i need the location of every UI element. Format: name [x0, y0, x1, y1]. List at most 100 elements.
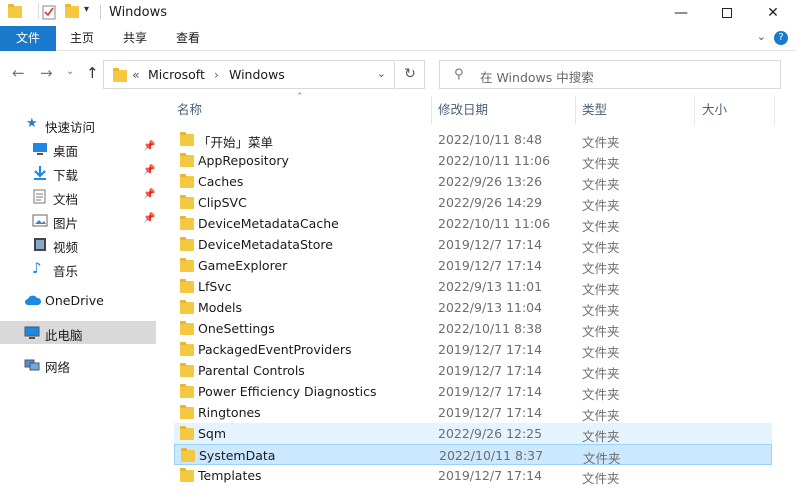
folder-icon [180, 468, 194, 482]
file-type: 文件夹 [582, 324, 620, 339]
folder-icon [180, 321, 194, 335]
folder-icon [180, 300, 194, 314]
search-icon: ⚲ [454, 67, 464, 82]
tab-share[interactable]: 共享 [115, 26, 155, 51]
tab-view[interactable]: 查看 [168, 26, 208, 51]
table-row[interactable]: ClipSVC 2022/9/26 14:29 文件夹 [174, 192, 772, 213]
breadcrumb-overflow[interactable]: « [132, 67, 140, 82]
divider [38, 3, 39, 19]
minimize-icon: — [674, 5, 688, 21]
sidebar-item-music[interactable]: ♪ 音乐 [0, 257, 156, 280]
file-name: 「开始」菜单 [198, 135, 274, 150]
breadcrumb-microsoft[interactable]: Microsoft [148, 67, 205, 82]
column-divider[interactable] [694, 96, 695, 124]
pin-icon[interactable]: 📌 [143, 141, 155, 152]
up-arrow-icon[interactable]: ↑ [86, 64, 99, 82]
sidebar-item-label: 视频 [53, 240, 79, 255]
file-name: PackagedEventProviders [198, 342, 352, 357]
help-icon[interactable]: ? [774, 31, 788, 45]
folder-icon [180, 279, 194, 293]
picture-icon [32, 213, 48, 228]
table-row[interactable]: AppRepository 2022/10/11 11:06 文件夹 [174, 150, 772, 171]
pin-icon[interactable]: 📌 [143, 213, 155, 224]
file-type: 文件夹 [582, 219, 620, 234]
refresh-button[interactable]: ↻ [396, 60, 425, 89]
sidebar-item-onedrive[interactable]: OneDrive [0, 289, 156, 312]
file-date: 2019/12/7 17:14 [438, 405, 543, 420]
recent-locations-chevron-icon[interactable]: ⌄ [66, 66, 74, 77]
search-placeholder: 在 Windows 中搜索 [480, 70, 594, 85]
column-header-date[interactable]: 修改日期 [438, 96, 573, 124]
music-icon: ♪ [32, 259, 42, 277]
close-icon: ✕ [767, 5, 779, 21]
table-row[interactable]: Power Efficiency Diagnostics 2019/12/7 17… [174, 381, 772, 402]
file-name: Power Efficiency Diagnostics [198, 384, 377, 399]
column-divider[interactable] [774, 96, 775, 124]
maximize-button[interactable] [704, 0, 750, 26]
table-row[interactable]: Parental Controls 2019/12/7 17:14 文件夹 [174, 360, 772, 381]
sidebar-item-label: 音乐 [53, 264, 79, 279]
table-row[interactable]: LfSvc 2022/9/13 11:01 文件夹 [174, 276, 772, 297]
pin-icon[interactable]: 📌 [143, 189, 155, 200]
table-row[interactable]: Sqm 2022/9/26 12:25 文件夹 [174, 423, 772, 444]
folder-icon [180, 405, 194, 419]
tab-home[interactable]: 主页 [62, 26, 102, 51]
customize-toolbar-dropdown-icon[interactable]: ▾ [84, 4, 100, 20]
table-row[interactable]: Caches 2022/9/26 13:26 文件夹 [174, 171, 772, 192]
folder-icon [180, 132, 194, 146]
folder-icon [180, 195, 194, 209]
close-button[interactable]: ✕ [750, 0, 796, 26]
file-type: 文件夹 [582, 198, 620, 213]
download-icon [32, 165, 48, 180]
column-header-type[interactable]: 类型 [582, 96, 692, 124]
expand-ribbon-chevron-icon[interactable]: ⌄ [757, 30, 766, 43]
sidebar-item-network[interactable]: 网络 [0, 353, 156, 376]
sidebar-item-videos[interactable]: 视频 [0, 233, 156, 256]
minimize-button[interactable]: — [658, 0, 704, 26]
column-header-name[interactable]: 名称 [177, 96, 427, 124]
column-divider[interactable] [575, 96, 576, 124]
properties-icon[interactable] [42, 4, 58, 20]
sidebar-item-quick-access[interactable]: ★ 快速访问 [0, 113, 156, 136]
breadcrumb-windows[interactable]: Windows [229, 67, 285, 82]
address-dropdown-chevron-icon[interactable]: ⌄ [377, 67, 386, 80]
table-row[interactable]: Ringtones 2019/12/7 17:14 文件夹 [174, 402, 772, 423]
table-row[interactable]: GameExplorer 2019/12/7 17:14 文件夹 [174, 255, 772, 276]
table-row[interactable]: 「开始」菜单 2022/10/11 8:48 文件夹 [174, 129, 772, 150]
file-type: 文件夹 [582, 366, 620, 381]
back-arrow-icon[interactable]: ← [12, 64, 25, 82]
table-row[interactable]: SystemData 2022/10/11 8:37 文件夹 [174, 444, 772, 466]
file-name: DeviceMetadataCache [198, 216, 339, 231]
sidebar-item-this-pc[interactable]: 此电脑 [0, 321, 156, 344]
file-name: Templates [198, 468, 262, 483]
file-type: 文件夹 [582, 240, 620, 255]
file-date: 2022/10/11 8:48 [438, 132, 543, 147]
table-row[interactable]: OneSettings 2022/10/11 8:38 文件夹 [174, 318, 772, 339]
sidebar-item-desktop[interactable]: 桌面 📌 [0, 137, 156, 160]
table-row[interactable]: Models 2022/9/13 11:04 文件夹 [174, 297, 772, 318]
new-folder-icon[interactable] [65, 4, 81, 22]
sidebar-item-documents[interactable]: 文档 📌 [0, 185, 156, 208]
file-name: LfSvc [198, 279, 232, 294]
folder-icon [180, 258, 194, 272]
column-divider[interactable] [431, 96, 432, 124]
sidebar-item-downloads[interactable]: 下载 📌 [0, 161, 156, 184]
file-type: 文件夹 [582, 261, 620, 276]
address-bar[interactable]: « Microsoft › Windows ⌄ [103, 60, 395, 89]
tab-file[interactable]: 文件 [0, 26, 56, 51]
forward-arrow-icon[interactable]: → [40, 64, 53, 82]
table-row[interactable]: DeviceMetadataStore 2019/12/7 17:14 文件夹 [174, 234, 772, 255]
column-header-size[interactable]: 大小 [702, 96, 772, 124]
file-name: Parental Controls [198, 363, 305, 378]
computer-icon [24, 325, 40, 340]
table-row[interactable]: PackagedEventProviders 2019/12/7 17:14 文件夹 [174, 339, 772, 360]
breadcrumb-separator[interactable]: › [214, 67, 219, 82]
search-input[interactable]: ⚲ 在 Windows 中搜索 [439, 60, 781, 89]
pin-icon[interactable]: 📌 [143, 165, 155, 176]
file-type: 文件夹 [582, 345, 620, 360]
navigation-bar: ← → ⌄ ↑ « Microsoft › Windows ⌄ ↻ ⚲ 在 Wi… [0, 52, 796, 96]
table-row[interactable]: DeviceMetadataCache 2022/10/11 11:06 文件夹 [174, 213, 772, 234]
table-row[interactable]: Templates 2019/12/7 17:14 文件夹 [174, 465, 772, 486]
sidebar-item-pictures[interactable]: 图片 📌 [0, 209, 156, 232]
file-type: 文件夹 [582, 408, 620, 423]
